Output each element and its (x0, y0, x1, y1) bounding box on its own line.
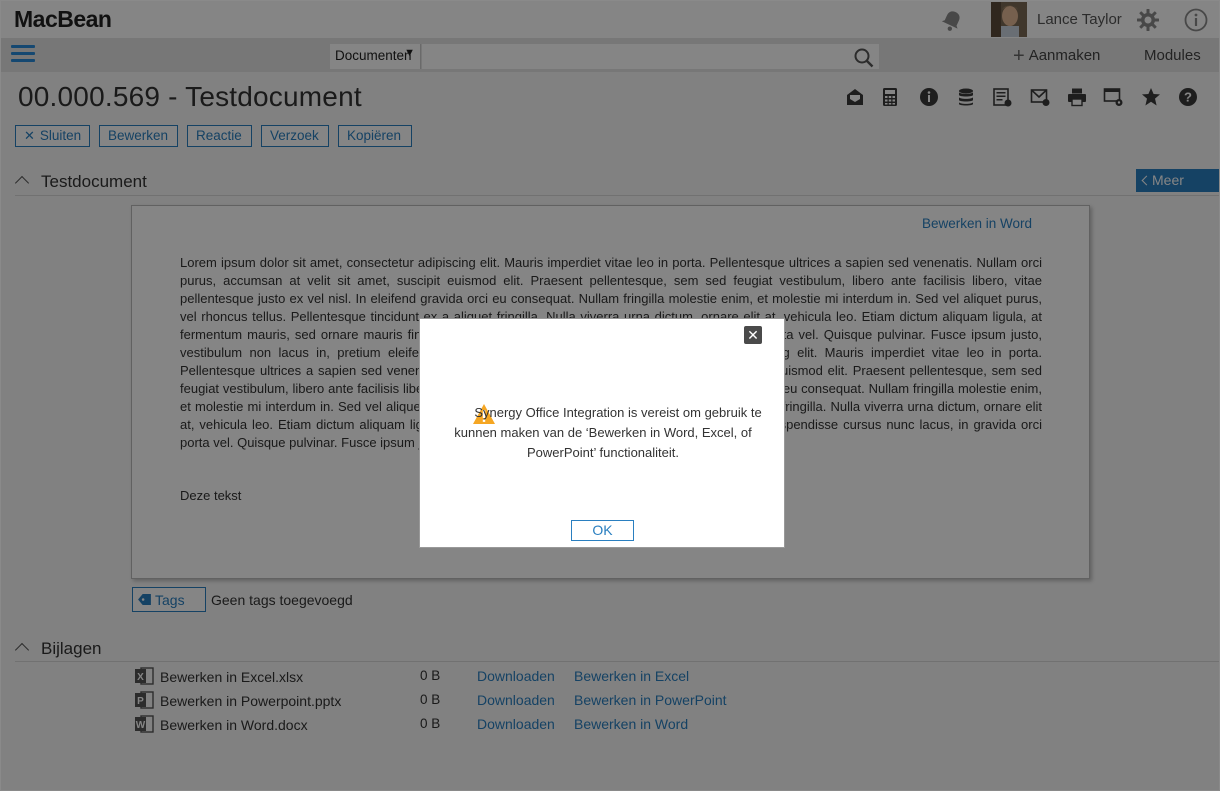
alert-dialog: ✕ Synergy Office Integration is vereist … (419, 318, 785, 548)
close-icon[interactable]: ✕ (744, 326, 762, 344)
dialog-message: Synergy Office Integration is vereist om… (438, 403, 768, 463)
app-window: MacBean Lance Taylor Documenten ▼ + Aanm… (0, 0, 1220, 791)
dialog-message-text: Synergy Office Integration is vereist om… (454, 405, 762, 460)
ok-button[interactable]: OK (571, 520, 634, 541)
